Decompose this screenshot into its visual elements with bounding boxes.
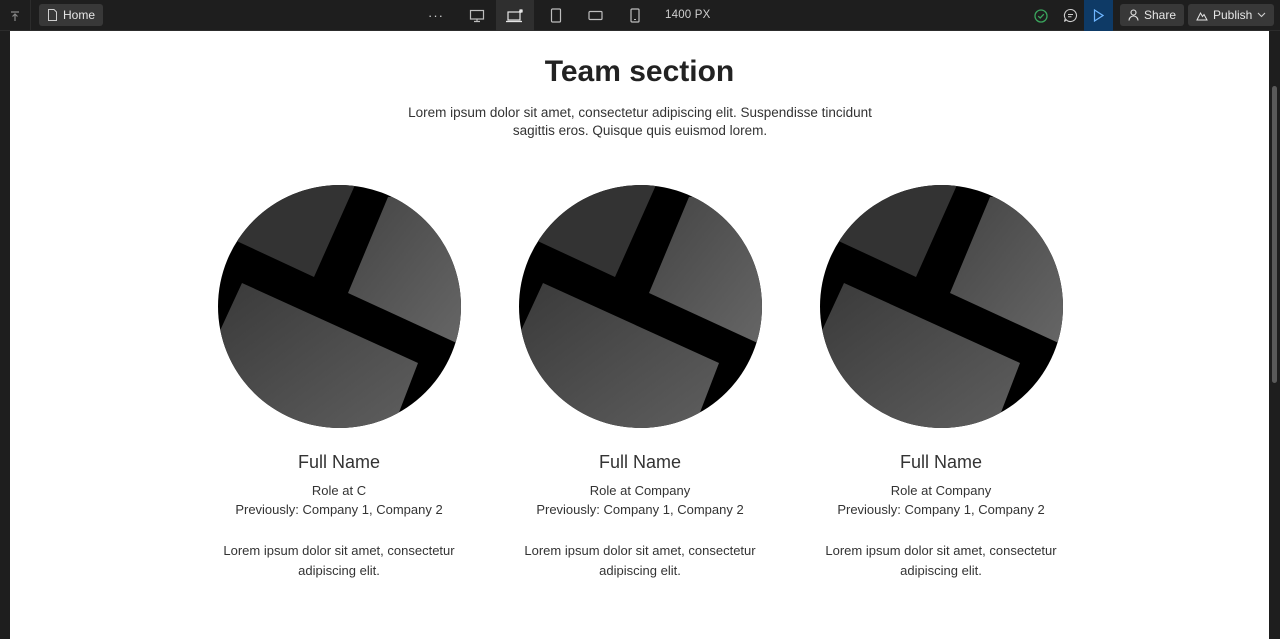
member-name: Full Name — [297, 452, 381, 472]
member-role: Role at C — [311, 483, 367, 498]
team-member-photo — [819, 185, 1063, 428]
publish-button[interactable]: Publish — [1188, 4, 1275, 26]
page-selector[interactable]: Home — [39, 4, 104, 26]
laptop-star-icon — [506, 8, 523, 22]
member-name: Full Name — [899, 452, 983, 472]
team-member-card[interactable]: Full Name Role at C Previously: Company … — [217, 185, 461, 581]
share-button[interactable]: Share — [1120, 4, 1185, 26]
page-label: Home — [63, 8, 96, 22]
top-toolbar: Home ··· 1400 PX Share Publish — [0, 0, 1280, 31]
share-label: Share — [1144, 8, 1177, 22]
mobile-landscape-breakpoint-button[interactable] — [576, 0, 614, 31]
desktop-breakpoint-button[interactable] — [458, 0, 496, 31]
member-bio: Lorem ipsum dolor sit amet, consectetur … — [825, 543, 1057, 578]
member-role: Role at Company — [890, 483, 992, 498]
member-previous-companies: Previously: Company 1, Company 2 — [837, 502, 1045, 517]
mobile-portrait-icon — [630, 8, 640, 23]
page-icon — [48, 9, 57, 21]
section-title: Team section — [544, 55, 735, 88]
section-subtitle: Lorem ipsum dolor sit amet, consectetur … — [408, 105, 872, 138]
comments-button[interactable] — [1052, 0, 1088, 31]
user-icon — [1128, 9, 1139, 21]
team-member-card[interactable]: Full Name Role at Company Previously: Co… — [819, 185, 1063, 581]
member-role: Role at Company — [589, 483, 691, 498]
team-member-photo — [518, 185, 762, 428]
publish-label: Publish — [1213, 8, 1253, 22]
arrow-up-icon — [11, 10, 19, 21]
check-circle-icon — [1034, 8, 1048, 23]
ellipsis-icon: ··· — [428, 8, 444, 23]
canvas-scrollbar[interactable] — [1269, 31, 1280, 639]
play-icon — [1093, 9, 1104, 22]
member-bio: Lorem ipsum dolor sit amet, consectetur … — [524, 543, 756, 578]
desktop-icon — [469, 9, 485, 22]
comment-icon — [1063, 8, 1077, 22]
collapse-toolbar-button[interactable] — [0, 0, 31, 31]
team-member-photo — [217, 185, 461, 428]
mobile-landscape-icon — [587, 10, 603, 21]
chevron-down-icon — [1257, 12, 1266, 18]
tablet-icon — [550, 8, 562, 23]
team-member-card[interactable]: Full Name Role at Company Previously: Co… — [518, 185, 762, 581]
preview-button[interactable] — [1084, 0, 1113, 31]
publish-icon — [1196, 11, 1208, 20]
mobile-portrait-breakpoint-button[interactable] — [616, 0, 654, 31]
scrollbar-thumb[interactable] — [1272, 86, 1277, 383]
member-bio: Lorem ipsum dolor sit amet, consectetur … — [223, 543, 455, 578]
member-previous-companies: Previously: Company 1, Company 2 — [235, 502, 443, 517]
design-canvas[interactable]: Team section Lorem ipsum dolor sit amet,… — [10, 31, 1269, 639]
member-previous-companies: Previously: Company 1, Company 2 — [536, 502, 744, 517]
canvas-width-readout[interactable]: 1400 PX — [665, 0, 711, 31]
tablet-breakpoint-button[interactable] — [537, 0, 575, 31]
more-options-button[interactable]: ··· — [417, 0, 455, 31]
member-name: Full Name — [598, 452, 682, 472]
laptop-breakpoint-button[interactable] — [496, 0, 534, 31]
